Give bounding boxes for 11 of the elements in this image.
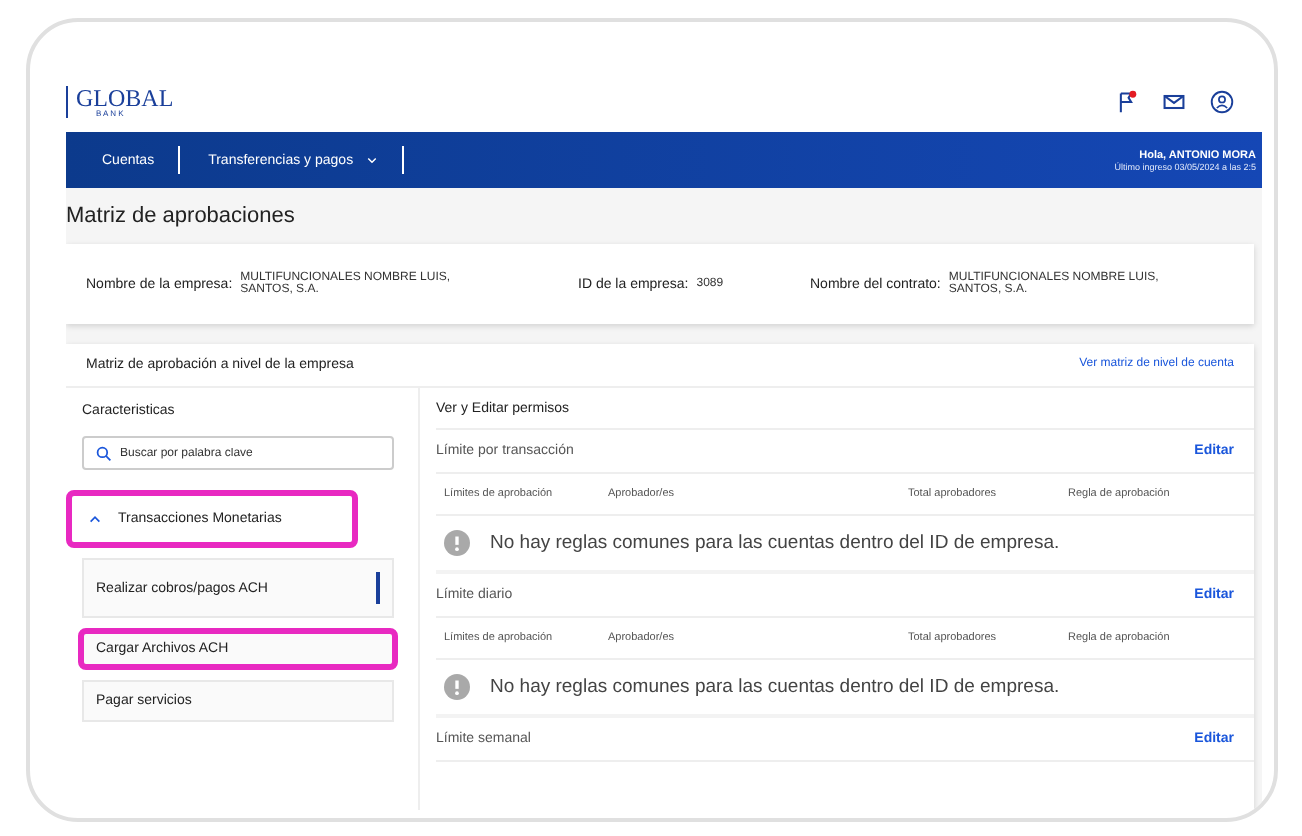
flag-icon[interactable] — [1114, 89, 1138, 113]
page-title: Matriz de aprobaciones — [66, 204, 297, 228]
exclamation-icon — [444, 674, 470, 700]
exclamation-icon — [444, 530, 470, 556]
caret-icon — [88, 512, 102, 526]
user-icon[interactable] — [1210, 89, 1234, 113]
logo-text: GLOBAL — [76, 85, 174, 109]
search-icon — [96, 445, 112, 461]
empty-message: No hay reglas comunes para las cuentas dentro del ID de empresa. — [490, 676, 1060, 698]
empty-message: No hay reglas comunes para las cuentas dentro del ID de empresa. — [490, 532, 1060, 554]
mail-icon[interactable] — [1162, 89, 1186, 113]
